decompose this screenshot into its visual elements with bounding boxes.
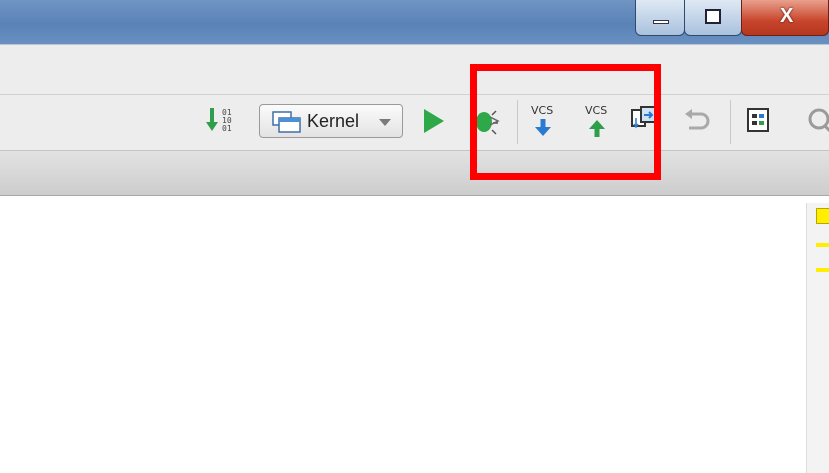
warning-stripe-marker[interactable] <box>816 243 829 247</box>
svg-text:01: 01 <box>222 124 232 133</box>
search-icon <box>808 108 829 133</box>
run-configuration-selector[interactable]: Kernel <box>259 104 403 138</box>
editor-area[interactable] <box>0 203 806 473</box>
run-button[interactable] <box>420 106 450 136</box>
editor-tab-bar <box>0 150 829 196</box>
highlight-box <box>470 64 661 180</box>
warning-stripe-marker[interactable] <box>816 268 829 272</box>
undo-icon <box>685 109 710 130</box>
structure-icon <box>747 108 769 132</box>
maximize-icon <box>705 9 721 24</box>
structure-button[interactable] <box>745 106 775 136</box>
binary-icon[interactable]: 01 10 01 <box>206 106 242 136</box>
minimize-button[interactable] <box>635 0 685 36</box>
search-button[interactable] <box>805 106 829 136</box>
menu-bar <box>0 44 829 95</box>
error-stripe-gutter <box>806 203 829 473</box>
maximize-button[interactable] <box>684 0 742 36</box>
undo-button[interactable] <box>683 108 713 134</box>
run-config-icon <box>272 111 301 133</box>
run-configuration-label: Kernel <box>307 111 360 131</box>
chevron-down-icon <box>379 119 391 126</box>
close-icon: X <box>780 5 794 27</box>
close-button[interactable]: X <box>741 0 829 36</box>
toolbar-separator <box>730 100 731 144</box>
minimize-icon <box>653 20 669 24</box>
analysis-status-marker[interactable] <box>816 208 829 224</box>
run-icon <box>424 109 444 133</box>
